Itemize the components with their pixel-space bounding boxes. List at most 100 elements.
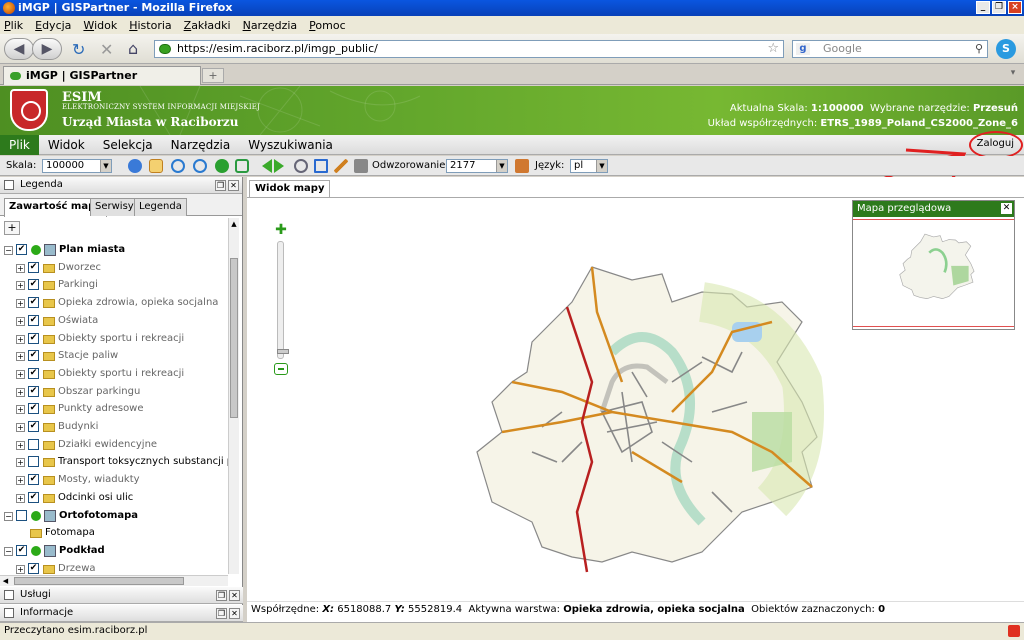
layer-checkbox[interactable]: ✔ — [28, 314, 39, 326]
expand-icon[interactable]: + — [16, 334, 25, 344]
search-tool-icon[interactable] — [294, 159, 308, 173]
scroll-up-icon[interactable]: ▲ — [229, 218, 239, 230]
previous-extent-icon[interactable] — [255, 159, 272, 173]
menu-pomoc[interactable]: Pomoc — [309, 19, 345, 32]
expand-icon[interactable]: + — [16, 281, 25, 291]
zoom-minus-icon[interactable] — [274, 363, 288, 375]
back-button[interactable]: ◀ — [4, 38, 34, 60]
layer-checkbox[interactable]: ✔ — [28, 279, 39, 291]
menu-zakladki[interactable]: Zakładki — [184, 19, 231, 32]
layer-checkbox[interactable]: ✔ — [28, 562, 39, 574]
layer-row[interactable]: + ✔ Dworzec — [0, 259, 228, 276]
app-menu-wyszukiwania[interactable]: Wyszukiwania — [239, 135, 342, 155]
layer-row[interactable]: + ✔ Obszar parkingu — [0, 383, 228, 400]
tab-list-icon[interactable]: ▾ — [1006, 68, 1020, 82]
search-icon[interactable]: ⚲ — [975, 41, 983, 57]
layer-checkbox[interactable]: ✔ — [28, 491, 39, 503]
restore-button[interactable]: ❐ — [992, 1, 1006, 14]
app-menu-narzedzia[interactable]: Narzędzia — [162, 135, 240, 155]
layer-row[interactable]: + ✔ Parkingi — [0, 276, 228, 293]
expand-icon[interactable]: + — [16, 564, 25, 574]
services-close-button[interactable]: ✕ — [229, 590, 240, 601]
site-identity-icon[interactable] — [159, 44, 171, 54]
close-button[interactable]: × — [1008, 1, 1022, 14]
info-tool-icon[interactable] — [128, 159, 142, 173]
google-icon[interactable]: g — [796, 43, 810, 55]
pan-tool-icon[interactable] — [149, 159, 163, 173]
hscrollbar-thumb[interactable] — [14, 577, 184, 585]
layer-checkbox[interactable] — [16, 509, 27, 521]
layer-row[interactable]: + ✔ Oświata — [0, 312, 228, 329]
layer-row[interactable]: + ✔ Budynki — [0, 418, 228, 435]
overview-close-button[interactable]: ✕ — [1001, 203, 1012, 214]
layer-row[interactable]: + ✔ Stacje paliw — [0, 347, 228, 364]
map-view[interactable]: Widok mapy ✚ Mapa przeglądowa ✕ Współrzę… — [247, 177, 1024, 622]
expand-icon[interactable]: − — [4, 246, 13, 255]
layer-group-row[interactable]: − Ortofotomapa — [0, 507, 228, 524]
expand-icon[interactable]: + — [16, 458, 25, 468]
layer-checkbox[interactable] — [28, 438, 39, 450]
legend-close-button[interactable]: ✕ — [228, 180, 239, 191]
expand-icon[interactable]: + — [16, 369, 25, 379]
menu-widok[interactable]: Widok — [83, 19, 117, 32]
error-console-icon[interactable] — [1008, 625, 1020, 637]
url-bar[interactable]: https://esim.raciborz.pl/imgp_public/ ☆ — [154, 40, 784, 58]
zoom-slider[interactable]: ✚ — [274, 223, 289, 379]
expand-icon[interactable]: + — [16, 263, 25, 273]
expand-icon[interactable]: + — [16, 423, 25, 432]
layer-row[interactable]: + ✔ Mosty, wiadukty — [0, 471, 228, 488]
layer-checkbox[interactable]: ✔ — [28, 332, 39, 344]
edit-pencil-icon[interactable] — [334, 159, 348, 173]
layer-row[interactable]: + ✔ Opieka zdrowia, opieka socjalna — [0, 294, 228, 311]
services-panel-header[interactable]: Usługi ❐ ✕ — [0, 587, 243, 604]
layer-row[interactable]: + ✔ Obiekty sportu i rekreacji — [0, 365, 228, 382]
layer-row[interactable]: + ✔ Odcinki osi ulic — [0, 489, 228, 506]
add-layer-button[interactable]: + — [4, 221, 20, 235]
map-view-tab[interactable]: Widok mapy — [249, 180, 331, 197]
language-select[interactable]: pl ▼ — [570, 159, 608, 173]
layer-checkbox[interactable]: ✔ — [28, 261, 39, 273]
layer-row[interactable]: + ✔ Obiekty sportu i rekreacji — [0, 330, 228, 347]
layer-checkbox[interactable]: ✔ — [16, 244, 27, 255]
layer-group-row[interactable]: − ✔ Podkład — [0, 542, 228, 559]
next-extent-icon[interactable] — [274, 159, 291, 173]
scroll-left-icon[interactable]: ◀ — [0, 576, 11, 586]
menu-narzedzia[interactable]: Narzędzia — [243, 19, 298, 32]
city-map[interactable] — [472, 262, 832, 582]
layer-checkbox[interactable]: ✔ — [28, 367, 39, 379]
expand-icon[interactable]: − — [4, 511, 13, 521]
expand-icon[interactable]: + — [16, 405, 25, 415]
legend-restore-button[interactable]: ❐ — [215, 180, 226, 191]
browser-tab[interactable]: iMGP | GISPartner — [3, 66, 201, 85]
layer-group-row[interactable]: − ✔ Plan miasta — [0, 241, 228, 258]
layers-config-icon[interactable] — [515, 159, 529, 173]
zoom-plus-icon[interactable]: ✚ — [274, 223, 288, 237]
expand-icon[interactable]: + — [16, 476, 25, 486]
tab-services[interactable]: Serwisy — [90, 198, 139, 216]
services-restore-button[interactable]: ❐ — [216, 590, 227, 601]
legend-vertical-scrollbar[interactable]: ▲ — [228, 218, 239, 574]
expand-icon[interactable]: + — [16, 387, 25, 397]
layer-row[interactable]: + ✔ Punkty adresowe — [0, 400, 228, 417]
tab-legend[interactable]: Legenda — [134, 198, 187, 216]
layer-checkbox[interactable]: ✔ — [28, 474, 39, 486]
home-icon[interactable]: ⌂ — [128, 39, 138, 58]
zoom-out-icon[interactable] — [193, 159, 207, 173]
expand-icon[interactable]: + — [16, 493, 25, 503]
stop-icon[interactable]: ✕ — [100, 40, 113, 59]
overview-thumbnail[interactable] — [893, 233, 983, 303]
expand-icon[interactable]: + — [16, 440, 25, 450]
zoom-knob[interactable] — [277, 349, 289, 354]
new-tab-button[interactable]: + — [202, 68, 224, 83]
forward-button[interactable]: ▶ — [32, 38, 62, 60]
scrollbar-thumb[interactable] — [230, 258, 238, 418]
zoom-in-icon[interactable] — [171, 159, 185, 173]
full-extent-icon[interactable] — [215, 159, 229, 173]
menu-historia[interactable]: Historia — [129, 19, 171, 32]
layer-checkbox[interactable]: ✔ — [28, 297, 39, 309]
layer-checkbox[interactable]: ✔ — [28, 421, 39, 432]
expand-icon[interactable]: + — [16, 352, 25, 362]
app-menu-selekcja[interactable]: Selekcja — [94, 135, 162, 155]
layer-checkbox[interactable] — [28, 456, 39, 468]
expand-icon[interactable]: + — [16, 299, 25, 309]
